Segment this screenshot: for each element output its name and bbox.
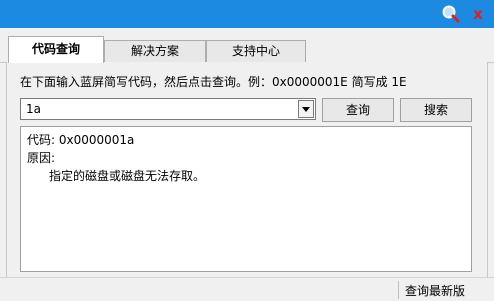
result-box[interactable]: 代码: 0x0000001a 原因: 指定的磁盘或磁盘无法存取。: [20, 126, 472, 272]
status-divider: [398, 281, 399, 299]
query-button[interactable]: 查询: [322, 98, 394, 122]
search-button[interactable]: 搜索: [400, 98, 472, 122]
result-reason-text: 指定的磁盘或磁盘无法存取。: [49, 169, 206, 183]
status-bar: 查询最新版: [0, 277, 494, 301]
app-window: x 代码查询 解决方案 支持中心 在下面输入蓝屏简写代码，然后点击查询。例：0x…: [0, 0, 494, 301]
tab-code-query[interactable]: 代码查询: [8, 36, 104, 63]
chevron-down-icon[interactable]: [298, 100, 314, 118]
close-icon[interactable]: x: [468, 4, 488, 24]
instruction-text: 在下面输入蓝屏简写代码，然后点击查询。例：0x0000001E 简写成 1E: [20, 75, 407, 89]
code-input[interactable]: [26, 100, 291, 118]
tab-support-center[interactable]: 支持中心: [206, 40, 306, 62]
search-icon[interactable]: [441, 4, 461, 24]
tab-bar: 代码查询 解决方案 支持中心: [0, 28, 494, 63]
tab-solutions[interactable]: 解决方案: [104, 40, 206, 62]
code-combobox[interactable]: [20, 98, 316, 120]
title-bar: x: [0, 0, 494, 28]
result-reason-label: 原因:: [27, 151, 56, 165]
check-update-link[interactable]: 查询最新版: [405, 282, 465, 299]
result-code-line: 代码: 0x0000001a: [27, 133, 135, 147]
